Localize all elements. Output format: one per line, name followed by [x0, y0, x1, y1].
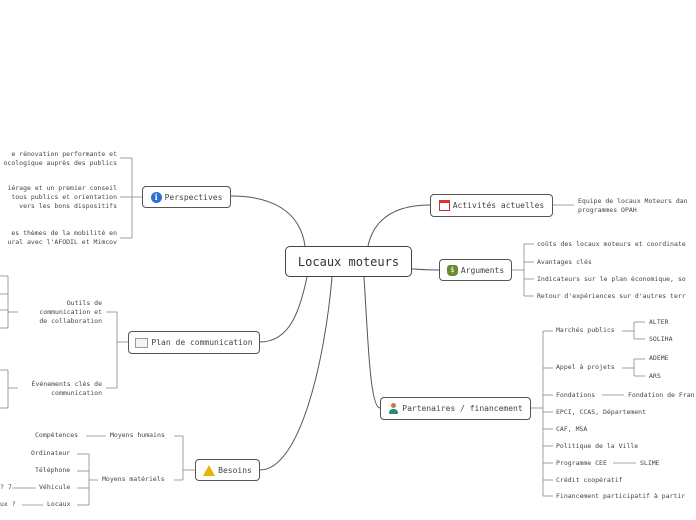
besoins-competences[interactable]: Compétences: [35, 431, 78, 440]
money-bag-icon: $: [446, 264, 458, 276]
partenaires-epci[interactable]: EPCI, CCAS, Département: [556, 408, 646, 417]
partenaires-caf[interactable]: CAF, MSA: [556, 425, 587, 434]
perspectives-item[interactable]: iérage et un premier conseil tous public…: [7, 184, 117, 211]
arguments-item[interactable]: Avantages clés: [537, 258, 592, 267]
branch-arguments-label: Arguments: [460, 265, 505, 275]
besoins-telephone[interactable]: Téléphone: [35, 466, 70, 475]
partenaires-ars[interactable]: ARS: [649, 372, 661, 381]
partenaires-appel-a-projets[interactable]: Appel à projets: [556, 363, 615, 372]
arguments-item[interactable]: Indicateurs sur le plan économique, so: [537, 275, 686, 284]
branch-activites-label: Activités actuelles: [452, 201, 545, 210]
branch-perspectives-label: Perspectives: [164, 192, 223, 202]
partenaires-fondations[interactable]: Fondations: [556, 391, 595, 400]
branch-arguments[interactable]: $ Arguments: [439, 259, 512, 281]
partenaires-slime[interactable]: SLIME: [640, 459, 660, 468]
branch-plan-de-communication[interactable]: Plan de communication: [128, 331, 260, 354]
branch-partenaires-financement[interactable]: Partenaires / financement: [380, 397, 531, 420]
arguments-item[interactable]: Retour d'expériences sur d'autres terr: [537, 292, 686, 301]
central-topic[interactable]: Locaux moteurs: [285, 246, 412, 277]
branch-partenaires-label: Partenaires / financement: [402, 404, 523, 413]
partenaires-politique-ville[interactable]: Politique de la Ville: [556, 442, 638, 451]
branch-perspectives[interactable]: i Perspectives: [142, 186, 231, 208]
communication-outils[interactable]: Outils de communication et de collaborat…: [39, 299, 102, 326]
central-topic-label: Locaux moteurs: [297, 254, 400, 269]
partenaires-marches-publics[interactable]: Marchés publics: [556, 326, 615, 335]
envelope-icon: [135, 337, 149, 348]
branch-communication-label: Plan de communication: [151, 338, 253, 347]
partenaires-programme-cee[interactable]: Programme CEE: [556, 459, 607, 468]
communication-evenements[interactable]: Événements clés de communication: [32, 380, 102, 398]
activites-item[interactable]: Equipe de locaux Moteurs dan programmes …: [578, 197, 688, 215]
besoins-moyens-humains[interactable]: Moyens humains: [110, 431, 165, 440]
besoins-ordinateur[interactable]: Ordinateur: [31, 449, 70, 458]
besoins-locaux-question[interactable]: ux ?: [0, 500, 16, 509]
partenaires-ademe[interactable]: ADEME: [649, 354, 669, 363]
besoins-vehicule[interactable]: Véhicule: [39, 483, 70, 492]
besoins-locaux[interactable]: Locaux: [47, 500, 70, 509]
branch-activites-actuelles[interactable]: Activités actuelles: [430, 194, 553, 217]
branch-besoins[interactable]: Besoins: [195, 459, 260, 481]
calendar-icon: [438, 200, 450, 211]
partenaires-soliha[interactable]: SOLIHA: [649, 335, 672, 344]
person-icon: [388, 402, 399, 415]
partenaires-fondation-de-france[interactable]: Fondation de Fran: [628, 391, 695, 400]
besoins-moyens-materiels[interactable]: Moyens matériels: [102, 475, 165, 484]
perspectives-item[interactable]: e rénovation performante et ocologique a…: [4, 150, 118, 168]
arguments-item[interactable]: coûts des locaux moteurs et coordinate: [537, 240, 686, 249]
warning-icon: [203, 464, 216, 476]
besoins-vehicule-question[interactable]: ? 7: [0, 483, 12, 492]
partenaires-financement-participatif[interactable]: Financement participatif à partir: [556, 492, 685, 501]
perspectives-item[interactable]: es thèmes de la mobilité en ural avec l'…: [7, 229, 117, 247]
partenaires-alter[interactable]: ALTER: [649, 318, 669, 327]
branch-besoins-label: Besoins: [218, 465, 252, 475]
info-icon: i: [150, 191, 162, 203]
partenaires-credit-cooperatif[interactable]: Crédit coopératif: [556, 476, 623, 485]
